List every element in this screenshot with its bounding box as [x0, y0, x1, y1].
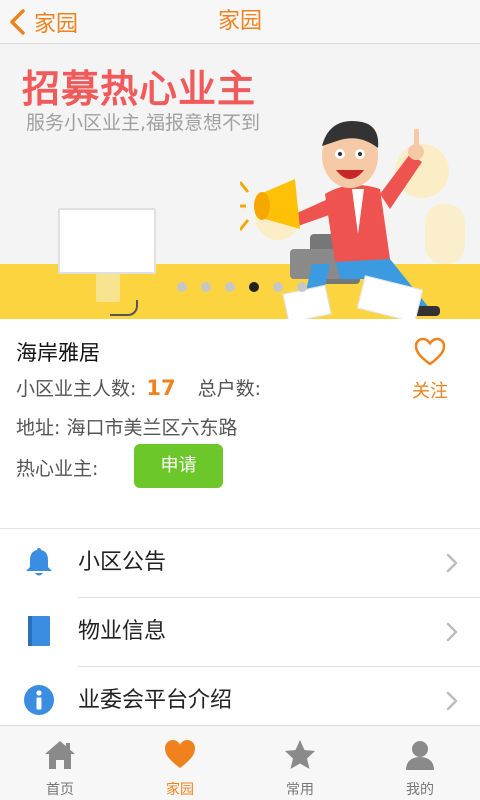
community-info-panel: 海岸雅居 小区业主人数: 17 总户数: 地址: 海口市美兰区六东路 热心业主: 申… [0, 319, 480, 529]
banner-subtitle: 服务小区业主,福报意想不到 [26, 112, 261, 134]
tab-mine[interactable]: 我的 [360, 726, 480, 800]
community-address: 地址: 海口市美兰区六东路 [16, 417, 238, 439]
apply-button[interactable]: 申请 [134, 444, 223, 488]
menu-item-label: 小区公告 [78, 550, 167, 575]
households-label: 总户数: [197, 378, 262, 400]
volunteer-label: 热心业主: [16, 458, 99, 480]
bell-icon [26, 548, 52, 576]
tab-home-community[interactable]: 家园 [120, 726, 240, 800]
chevron-right-icon [446, 622, 458, 642]
menu-item-announcements[interactable]: 小区公告 [0, 529, 480, 598]
tab-home[interactable]: 首页 [0, 726, 120, 800]
promo-banner[interactable]: 招募热心业主 服务小区业主,福报意想不到 [0, 44, 480, 319]
follow-button[interactable]: 关注 [405, 337, 455, 403]
follow-label: 关注 [412, 381, 448, 402]
owner-stats-row: 小区业主人数: 17 总户数: [16, 374, 261, 401]
monitor-illustration [58, 208, 156, 274]
user-icon [406, 741, 434, 770]
carousel-dot[interactable] [249, 282, 259, 292]
tab-label: 我的 [406, 782, 434, 798]
tab-label: 首页 [46, 782, 74, 798]
menu-item-property-info[interactable]: 物业信息 [0, 598, 480, 667]
heart-outline-icon [414, 337, 446, 366]
star-icon [285, 740, 315, 769]
home-icon [45, 741, 75, 769]
page-title: 家园 [217, 9, 262, 34]
nav-bar: 家园 家园 [0, 0, 480, 44]
carousel-dot[interactable] [177, 282, 187, 292]
community-name: 海岸雅居 [16, 341, 100, 365]
carousel-indicator [0, 282, 480, 292]
tab-bar: 首页 家园 常用 我的 [0, 725, 480, 800]
tab-common[interactable]: 常用 [240, 726, 360, 800]
banner-title: 招募热心业主 [22, 67, 257, 111]
chevron-right-icon [446, 691, 458, 711]
owner-count-label: 小区业主人数: [16, 378, 137, 400]
carousel-dot[interactable] [297, 282, 307, 292]
cable-illustration [110, 300, 138, 316]
tab-label: 家园 [166, 782, 194, 798]
owner-count-value: 17 [146, 376, 176, 400]
tab-label: 常用 [286, 782, 314, 798]
heart-icon [165, 740, 195, 768]
chevron-right-icon [446, 553, 458, 573]
carousel-dot[interactable] [225, 282, 235, 292]
menu-item-label: 物业信息 [78, 619, 167, 644]
info-icon [24, 685, 54, 715]
carousel-dot[interactable] [201, 282, 211, 292]
book-icon [28, 616, 50, 646]
carousel-dot[interactable] [273, 282, 283, 292]
